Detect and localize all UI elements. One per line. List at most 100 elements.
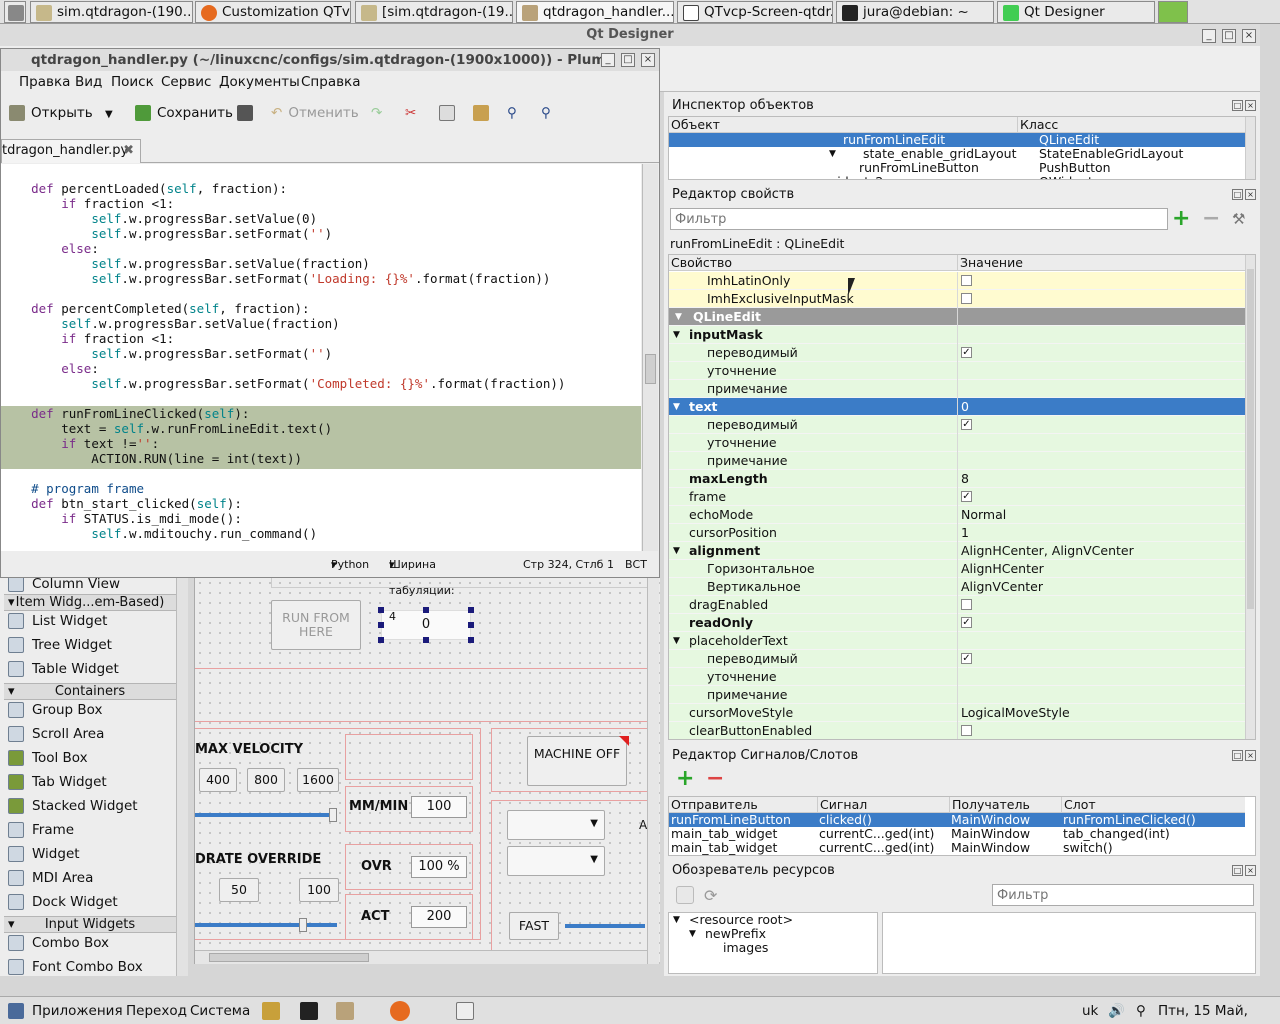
code-line[interactable]: self.w.progressBar.setFormat('Loading: {…: [1, 271, 641, 286]
selection-handle[interactable]: [378, 607, 384, 613]
jog-combo-2[interactable]: ▼: [507, 846, 605, 876]
property-row[interactable]: clearButtonEnabled: [669, 722, 1245, 739]
pluma-minimize-button[interactable]: _: [601, 53, 615, 67]
connection-row[interactable]: main_tab_widget currentC...ged(int) MainWi…: [669, 841, 1245, 855]
resource-filter-input[interactable]: [992, 884, 1254, 906]
menu-tools[interactable]: Сервис: [161, 71, 211, 93]
close-panel-button[interactable]: ×: [1245, 865, 1256, 876]
feed-slider[interactable]: [195, 923, 337, 927]
code-editor[interactable]: def percentLoaded(self, fraction): if fr…: [1, 164, 641, 551]
remove-connection-button[interactable]: −: [706, 768, 724, 790]
minimize-button[interactable]: _: [1202, 29, 1216, 43]
expand-arrow-icon[interactable]: ▼: [673, 542, 680, 560]
property-row[interactable]: переводимый ✓: [669, 344, 1245, 362]
code-line[interactable]: self.w.progressBar.setValue(fraction): [1, 316, 641, 331]
menu-system[interactable]: Система: [190, 997, 250, 1024]
configure-icon[interactable]: ⚒: [1232, 210, 1245, 228]
property-row[interactable]: frame ✓: [669, 488, 1245, 506]
property-row[interactable]: Горизонтальное AlignHCenter: [669, 560, 1245, 578]
float-panel-button[interactable]: □: [1232, 865, 1243, 876]
velocity-400-button[interactable]: 400: [199, 768, 237, 792]
find-button[interactable]: ⚲: [507, 103, 517, 123]
object-row[interactable]: runFromLineEdit QLineEdit: [669, 133, 1245, 147]
save-button[interactable]: Сохранить: [135, 103, 233, 123]
velocity-slider[interactable]: [195, 813, 337, 817]
property-row[interactable]: text ▼ 0: [669, 398, 1245, 416]
code-line[interactable]: def percentCompleted(self, fraction):: [1, 301, 641, 316]
add-connection-button[interactable]: +: [676, 768, 694, 790]
pluma-maximize-button[interactable]: □: [621, 53, 635, 67]
edit-resources-icon[interactable]: [676, 886, 694, 904]
menu-help[interactable]: Справка: [301, 71, 360, 93]
close-tab-icon[interactable]: ✖: [123, 140, 134, 162]
connection-row[interactable]: runFromLineButton clicked() MainWindow runF…: [669, 813, 1245, 827]
selection-handle[interactable]: [468, 622, 474, 628]
code-line[interactable]: def runFromLineClicked(self):: [1, 406, 641, 421]
window-tab-5[interactable]: jura@debian: ~: [836, 1, 994, 23]
checkbox-checked[interactable]: ✓: [961, 347, 972, 358]
jog-slider[interactable]: [565, 924, 645, 928]
menu-places[interactable]: Переход: [126, 997, 187, 1024]
velocity-800-button[interactable]: 800: [247, 768, 285, 792]
remove-property-button[interactable]: −: [1202, 208, 1220, 230]
widget-stacked-widget[interactable]: Stacked Widget: [8, 794, 138, 818]
resource-root[interactable]: ▼ <resource root>: [669, 913, 877, 927]
property-scrollbar[interactable]: [1245, 255, 1255, 739]
print-button[interactable]: [237, 103, 253, 123]
volume-icon[interactable]: 🔊: [1108, 997, 1125, 1024]
checkbox-checked[interactable]: ✓: [961, 491, 972, 502]
widget-widget[interactable]: Widget: [8, 842, 80, 866]
code-line[interactable]: self.w.progressBar.setValue(0): [1, 211, 641, 226]
property-row[interactable]: inputMask ▼: [669, 326, 1245, 344]
window-tab-1[interactable]: Customization QTv...: [195, 1, 351, 23]
code-line[interactable]: # program frame: [1, 481, 641, 496]
pluma-close-button[interactable]: ×: [641, 53, 655, 67]
code-line[interactable]: def percentLoaded(self, fraction):: [1, 181, 641, 196]
close-button[interactable]: ×: [1242, 29, 1256, 43]
menu-documents[interactable]: Документы: [219, 71, 300, 93]
replace-button[interactable]: ⚲: [541, 103, 551, 123]
property-row[interactable]: QLineEdit ▼: [669, 308, 1245, 326]
feed-slider-handle[interactable]: [299, 918, 307, 932]
velocity-1600-button[interactable]: 1600: [297, 768, 339, 792]
close-panel-button[interactable]: ×: [1245, 100, 1256, 111]
property-row[interactable]: alignment ▼ AlignHCenter, AlignVCenter: [669, 542, 1245, 560]
widget-dock-widget[interactable]: Dock Widget: [8, 890, 118, 914]
property-row[interactable]: переводимый ✓: [669, 416, 1245, 434]
property-row[interactable]: уточнение: [669, 668, 1245, 686]
open-button[interactable]: Открыть: [9, 103, 93, 123]
resource-prefix[interactable]: ▼ newPrefix: [669, 927, 877, 941]
velocity-slider-handle[interactable]: [329, 808, 337, 822]
code-line[interactable]: [1, 286, 641, 301]
expand-arrow-icon[interactable]: ▼: [673, 326, 680, 344]
code-line[interactable]: [1, 391, 641, 406]
code-line[interactable]: self.w.progressBar.setFormat('Completed:…: [1, 376, 641, 391]
fast-button[interactable]: FAST: [509, 912, 559, 940]
float-panel-button[interactable]: □: [1232, 100, 1243, 111]
widget-tree-widget[interactable]: Tree Widget: [8, 633, 112, 657]
property-row[interactable]: примечание: [669, 380, 1245, 398]
widget-frame[interactable]: Frame: [8, 818, 74, 842]
menu-edit[interactable]: Правка: [19, 71, 70, 93]
property-row[interactable]: уточнение: [669, 362, 1245, 380]
linuxcnc-launcher-icon[interactable]: [262, 1002, 280, 1020]
canvas-vscrollbar[interactable]: [647, 578, 659, 964]
selection-handle[interactable]: [378, 637, 384, 643]
window-tab-3[interactable]: qtdragon_handler....: [516, 1, 674, 23]
code-line[interactable]: if fraction <1:: [1, 331, 641, 346]
object-row[interactable]: widget_2 QWidget: [669, 175, 1245, 180]
code-line[interactable]: ACTION.RUN(line = int(text)): [1, 451, 641, 466]
code-line[interactable]: self.w.progressBar.setFormat(''): [1, 346, 641, 361]
window-tab-0[interactable]: sim.qtdragon-(190...: [30, 1, 193, 23]
property-row[interactable]: ImhLatinOnly: [669, 272, 1245, 290]
code-line[interactable]: if text !='':: [1, 436, 641, 451]
connection-row[interactable]: main_tab_widget currentC...ged(int) MainWi…: [669, 827, 1245, 841]
property-row[interactable]: echoMode Normal: [669, 506, 1245, 524]
code-line[interactable]: self.w.mditouchy.run_command(): [1, 526, 641, 541]
property-row[interactable]: maxLength 8: [669, 470, 1245, 488]
paste-button[interactable]: [473, 103, 489, 123]
network-icon[interactable]: ⚲: [1136, 997, 1146, 1024]
code-line[interactable]: else:: [1, 241, 641, 256]
property-row[interactable]: уточнение: [669, 434, 1245, 452]
property-scroll-thumb[interactable]: [1247, 269, 1254, 609]
